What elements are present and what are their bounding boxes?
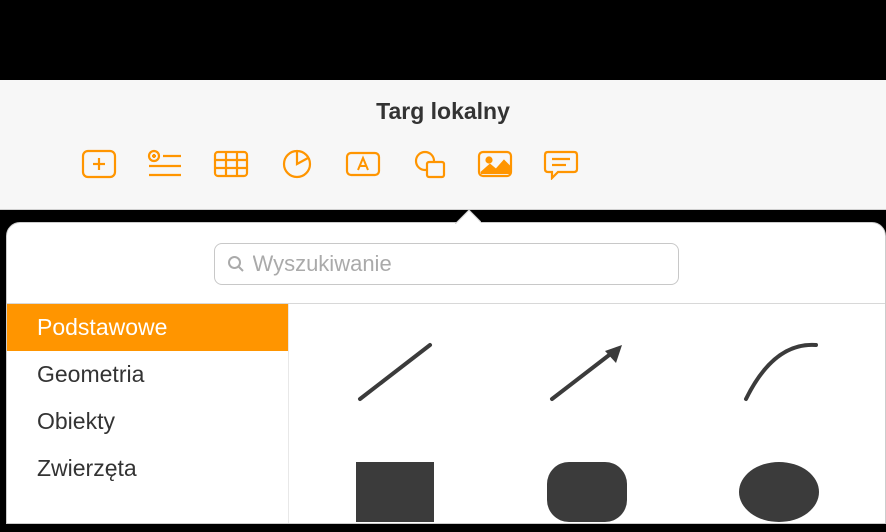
comment-icon: [542, 148, 580, 180]
line-shape[interactable]: [340, 332, 450, 412]
popover-body: Podstawowe Geometria Obiekty Zwierzęta: [7, 303, 885, 523]
circle-shape[interactable]: [724, 452, 834, 532]
table-icon: [212, 148, 250, 180]
search-icon: [227, 255, 245, 273]
square-shape[interactable]: [340, 452, 450, 532]
popover-arrow: [455, 210, 481, 224]
circle-icon: [739, 462, 819, 522]
table-button[interactable]: [212, 147, 250, 181]
curve-shape[interactable]: [724, 332, 834, 412]
top-black-bar: [0, 0, 886, 80]
add-list-icon: [146, 148, 184, 180]
chart-icon: [278, 148, 316, 180]
text-box-button[interactable]: [344, 147, 382, 181]
sidebar-item-objects[interactable]: Obiekty: [7, 398, 288, 445]
sidebar-item-label: Zwierzęta: [37, 455, 137, 481]
sidebar-item-geometry[interactable]: Geometria: [7, 351, 288, 398]
image-button[interactable]: [476, 147, 514, 181]
sidebar-item-animals[interactable]: Zwierzęta: [7, 445, 288, 492]
page-title: Targ lokalny: [0, 80, 886, 125]
square-icon: [356, 462, 434, 522]
chart-button[interactable]: [278, 147, 316, 181]
shapes-grid: [289, 304, 885, 523]
add-list-button[interactable]: [146, 147, 184, 181]
toolbar: [0, 125, 886, 181]
add-box-button[interactable]: [80, 147, 118, 181]
sidebar-item-basic[interactable]: Podstawowe: [7, 304, 288, 351]
shapes-button[interactable]: [410, 147, 448, 181]
line-icon: [350, 337, 440, 407]
categories-sidebar: Podstawowe Geometria Obiekty Zwierzęta: [7, 304, 289, 523]
arrow-shape[interactable]: [532, 332, 642, 412]
shapes-popover: Podstawowe Geometria Obiekty Zwierzęta: [6, 222, 886, 524]
text-box-icon: [344, 148, 382, 180]
shapes-icon: [410, 148, 448, 180]
callout-pointer-line: [786, 0, 788, 80]
search-input[interactable]: [253, 251, 666, 277]
rounded-square-shape[interactable]: [532, 452, 642, 532]
sidebar-item-label: Obiekty: [37, 408, 115, 434]
arrow-icon: [542, 337, 632, 407]
comment-button[interactable]: [542, 147, 580, 181]
header: Targ lokalny: [0, 80, 886, 210]
sidebar-item-label: Podstawowe: [37, 314, 167, 340]
add-box-icon: [80, 148, 118, 180]
curve-icon: [734, 337, 824, 407]
sidebar-item-label: Geometria: [37, 361, 144, 387]
search-box[interactable]: [214, 243, 679, 285]
rounded-square-icon: [547, 462, 627, 522]
image-icon: [476, 148, 514, 180]
search-container: [7, 223, 885, 303]
